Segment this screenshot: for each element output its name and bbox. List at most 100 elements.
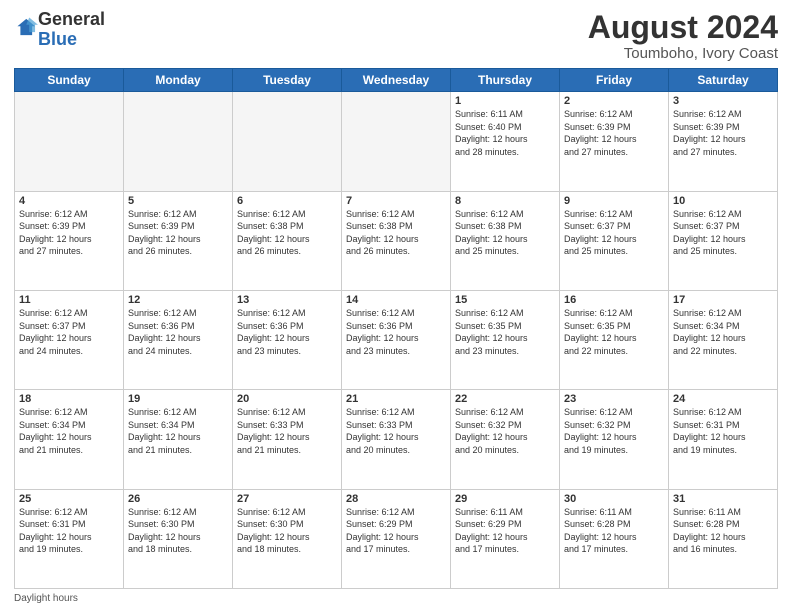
- col-header-saturday: Saturday: [669, 69, 778, 92]
- calendar-cell: 6Sunrise: 6:12 AM Sunset: 6:38 PM Daylig…: [233, 191, 342, 290]
- day-info: Sunrise: 6:12 AM Sunset: 6:39 PM Dayligh…: [673, 108, 773, 158]
- day-info: Sunrise: 6:12 AM Sunset: 6:34 PM Dayligh…: [128, 406, 228, 456]
- day-number: 7: [346, 195, 446, 207]
- day-number: 21: [346, 393, 446, 405]
- calendar-cell: 21Sunrise: 6:12 AM Sunset: 6:33 PM Dayli…: [342, 390, 451, 489]
- day-info: Sunrise: 6:12 AM Sunset: 6:32 PM Dayligh…: [564, 406, 664, 456]
- page: General Blue August 2024 Toumboho, Ivory…: [0, 0, 792, 612]
- calendar-header-row: SundayMondayTuesdayWednesdayThursdayFrid…: [15, 69, 778, 92]
- day-number: 24: [673, 393, 773, 405]
- day-number: 1: [455, 95, 555, 107]
- day-number: 4: [19, 195, 119, 207]
- col-header-sunday: Sunday: [15, 69, 124, 92]
- day-info: Sunrise: 6:12 AM Sunset: 6:31 PM Dayligh…: [673, 406, 773, 456]
- day-info: Sunrise: 6:12 AM Sunset: 6:31 PM Dayligh…: [19, 506, 119, 556]
- logo-general-text: General: [38, 9, 105, 29]
- day-number: 12: [128, 294, 228, 306]
- footer-note: Daylight hours: [14, 593, 778, 604]
- day-info: Sunrise: 6:12 AM Sunset: 6:38 PM Dayligh…: [346, 208, 446, 258]
- calendar-cell: 23Sunrise: 6:12 AM Sunset: 6:32 PM Dayli…: [560, 390, 669, 489]
- calendar-table: SundayMondayTuesdayWednesdayThursdayFrid…: [14, 68, 778, 589]
- calendar-cell: [15, 92, 124, 191]
- calendar-cell: 1Sunrise: 6:11 AM Sunset: 6:40 PM Daylig…: [451, 92, 560, 191]
- day-number: 25: [19, 493, 119, 505]
- calendar-cell: 5Sunrise: 6:12 AM Sunset: 6:39 PM Daylig…: [124, 191, 233, 290]
- calendar-cell: 8Sunrise: 6:12 AM Sunset: 6:38 PM Daylig…: [451, 191, 560, 290]
- week-row-3: 18Sunrise: 6:12 AM Sunset: 6:34 PM Dayli…: [15, 390, 778, 489]
- col-header-friday: Friday: [560, 69, 669, 92]
- col-header-wednesday: Wednesday: [342, 69, 451, 92]
- day-number: 27: [237, 493, 337, 505]
- day-info: Sunrise: 6:11 AM Sunset: 6:40 PM Dayligh…: [455, 108, 555, 158]
- day-info: Sunrise: 6:12 AM Sunset: 6:34 PM Dayligh…: [19, 406, 119, 456]
- day-info: Sunrise: 6:12 AM Sunset: 6:39 PM Dayligh…: [564, 108, 664, 158]
- day-info: Sunrise: 6:12 AM Sunset: 6:33 PM Dayligh…: [346, 406, 446, 456]
- calendar-cell: 24Sunrise: 6:12 AM Sunset: 6:31 PM Dayli…: [669, 390, 778, 489]
- calendar-cell: 7Sunrise: 6:12 AM Sunset: 6:38 PM Daylig…: [342, 191, 451, 290]
- day-number: 28: [346, 493, 446, 505]
- day-number: 31: [673, 493, 773, 505]
- calendar-cell: 18Sunrise: 6:12 AM Sunset: 6:34 PM Dayli…: [15, 390, 124, 489]
- day-info: Sunrise: 6:12 AM Sunset: 6:36 PM Dayligh…: [237, 307, 337, 357]
- calendar-cell: [233, 92, 342, 191]
- calendar-cell: 10Sunrise: 6:12 AM Sunset: 6:37 PM Dayli…: [669, 191, 778, 290]
- calendar-cell: 13Sunrise: 6:12 AM Sunset: 6:36 PM Dayli…: [233, 290, 342, 389]
- day-info: Sunrise: 6:12 AM Sunset: 6:30 PM Dayligh…: [128, 506, 228, 556]
- calendar-cell: 14Sunrise: 6:12 AM Sunset: 6:36 PM Dayli…: [342, 290, 451, 389]
- week-row-2: 11Sunrise: 6:12 AM Sunset: 6:37 PM Dayli…: [15, 290, 778, 389]
- week-row-1: 4Sunrise: 6:12 AM Sunset: 6:39 PM Daylig…: [15, 191, 778, 290]
- day-info: Sunrise: 6:12 AM Sunset: 6:29 PM Dayligh…: [346, 506, 446, 556]
- day-number: 17: [673, 294, 773, 306]
- week-row-0: 1Sunrise: 6:11 AM Sunset: 6:40 PM Daylig…: [15, 92, 778, 191]
- calendar-cell: 3Sunrise: 6:12 AM Sunset: 6:39 PM Daylig…: [669, 92, 778, 191]
- day-info: Sunrise: 6:11 AM Sunset: 6:28 PM Dayligh…: [673, 506, 773, 556]
- logo-icon: [16, 16, 38, 38]
- day-number: 2: [564, 95, 664, 107]
- day-number: 26: [128, 493, 228, 505]
- day-info: Sunrise: 6:12 AM Sunset: 6:39 PM Dayligh…: [128, 208, 228, 258]
- calendar-cell: 31Sunrise: 6:11 AM Sunset: 6:28 PM Dayli…: [669, 489, 778, 588]
- day-number: 5: [128, 195, 228, 207]
- title-block: August 2024 Toumboho, Ivory Coast: [588, 10, 778, 62]
- day-number: 20: [237, 393, 337, 405]
- calendar-cell: [124, 92, 233, 191]
- day-number: 30: [564, 493, 664, 505]
- day-info: Sunrise: 6:11 AM Sunset: 6:29 PM Dayligh…: [455, 506, 555, 556]
- calendar-cell: 2Sunrise: 6:12 AM Sunset: 6:39 PM Daylig…: [560, 92, 669, 191]
- day-info: Sunrise: 6:12 AM Sunset: 6:38 PM Dayligh…: [237, 208, 337, 258]
- day-info: Sunrise: 6:12 AM Sunset: 6:37 PM Dayligh…: [673, 208, 773, 258]
- calendar-cell: 17Sunrise: 6:12 AM Sunset: 6:34 PM Dayli…: [669, 290, 778, 389]
- day-info: Sunrise: 6:12 AM Sunset: 6:36 PM Dayligh…: [128, 307, 228, 357]
- day-info: Sunrise: 6:12 AM Sunset: 6:36 PM Dayligh…: [346, 307, 446, 357]
- calendar-cell: 15Sunrise: 6:12 AM Sunset: 6:35 PM Dayli…: [451, 290, 560, 389]
- calendar-cell: 25Sunrise: 6:12 AM Sunset: 6:31 PM Dayli…: [15, 489, 124, 588]
- calendar-cell: 9Sunrise: 6:12 AM Sunset: 6:37 PM Daylig…: [560, 191, 669, 290]
- calendar-cell: 30Sunrise: 6:11 AM Sunset: 6:28 PM Dayli…: [560, 489, 669, 588]
- col-header-thursday: Thursday: [451, 69, 560, 92]
- day-info: Sunrise: 6:12 AM Sunset: 6:39 PM Dayligh…: [19, 208, 119, 258]
- day-number: 14: [346, 294, 446, 306]
- calendar-cell: 4Sunrise: 6:12 AM Sunset: 6:39 PM Daylig…: [15, 191, 124, 290]
- calendar-cell: 27Sunrise: 6:12 AM Sunset: 6:30 PM Dayli…: [233, 489, 342, 588]
- day-info: Sunrise: 6:12 AM Sunset: 6:34 PM Dayligh…: [673, 307, 773, 357]
- day-number: 8: [455, 195, 555, 207]
- logo-blue-text: Blue: [38, 29, 77, 49]
- day-number: 16: [564, 294, 664, 306]
- day-number: 19: [128, 393, 228, 405]
- day-number: 11: [19, 294, 119, 306]
- day-number: 6: [237, 195, 337, 207]
- calendar-cell: [342, 92, 451, 191]
- day-number: 29: [455, 493, 555, 505]
- header: General Blue August 2024 Toumboho, Ivory…: [14, 10, 778, 62]
- calendar-cell: 22Sunrise: 6:12 AM Sunset: 6:32 PM Dayli…: [451, 390, 560, 489]
- calendar-cell: 26Sunrise: 6:12 AM Sunset: 6:30 PM Dayli…: [124, 489, 233, 588]
- day-info: Sunrise: 6:12 AM Sunset: 6:32 PM Dayligh…: [455, 406, 555, 456]
- day-number: 23: [564, 393, 664, 405]
- calendar-title: August 2024: [588, 10, 778, 45]
- day-number: 22: [455, 393, 555, 405]
- calendar-cell: 28Sunrise: 6:12 AM Sunset: 6:29 PM Dayli…: [342, 489, 451, 588]
- week-row-4: 25Sunrise: 6:12 AM Sunset: 6:31 PM Dayli…: [15, 489, 778, 588]
- logo: General Blue: [14, 10, 105, 50]
- calendar-subtitle: Toumboho, Ivory Coast: [588, 45, 778, 62]
- day-info: Sunrise: 6:12 AM Sunset: 6:37 PM Dayligh…: [19, 307, 119, 357]
